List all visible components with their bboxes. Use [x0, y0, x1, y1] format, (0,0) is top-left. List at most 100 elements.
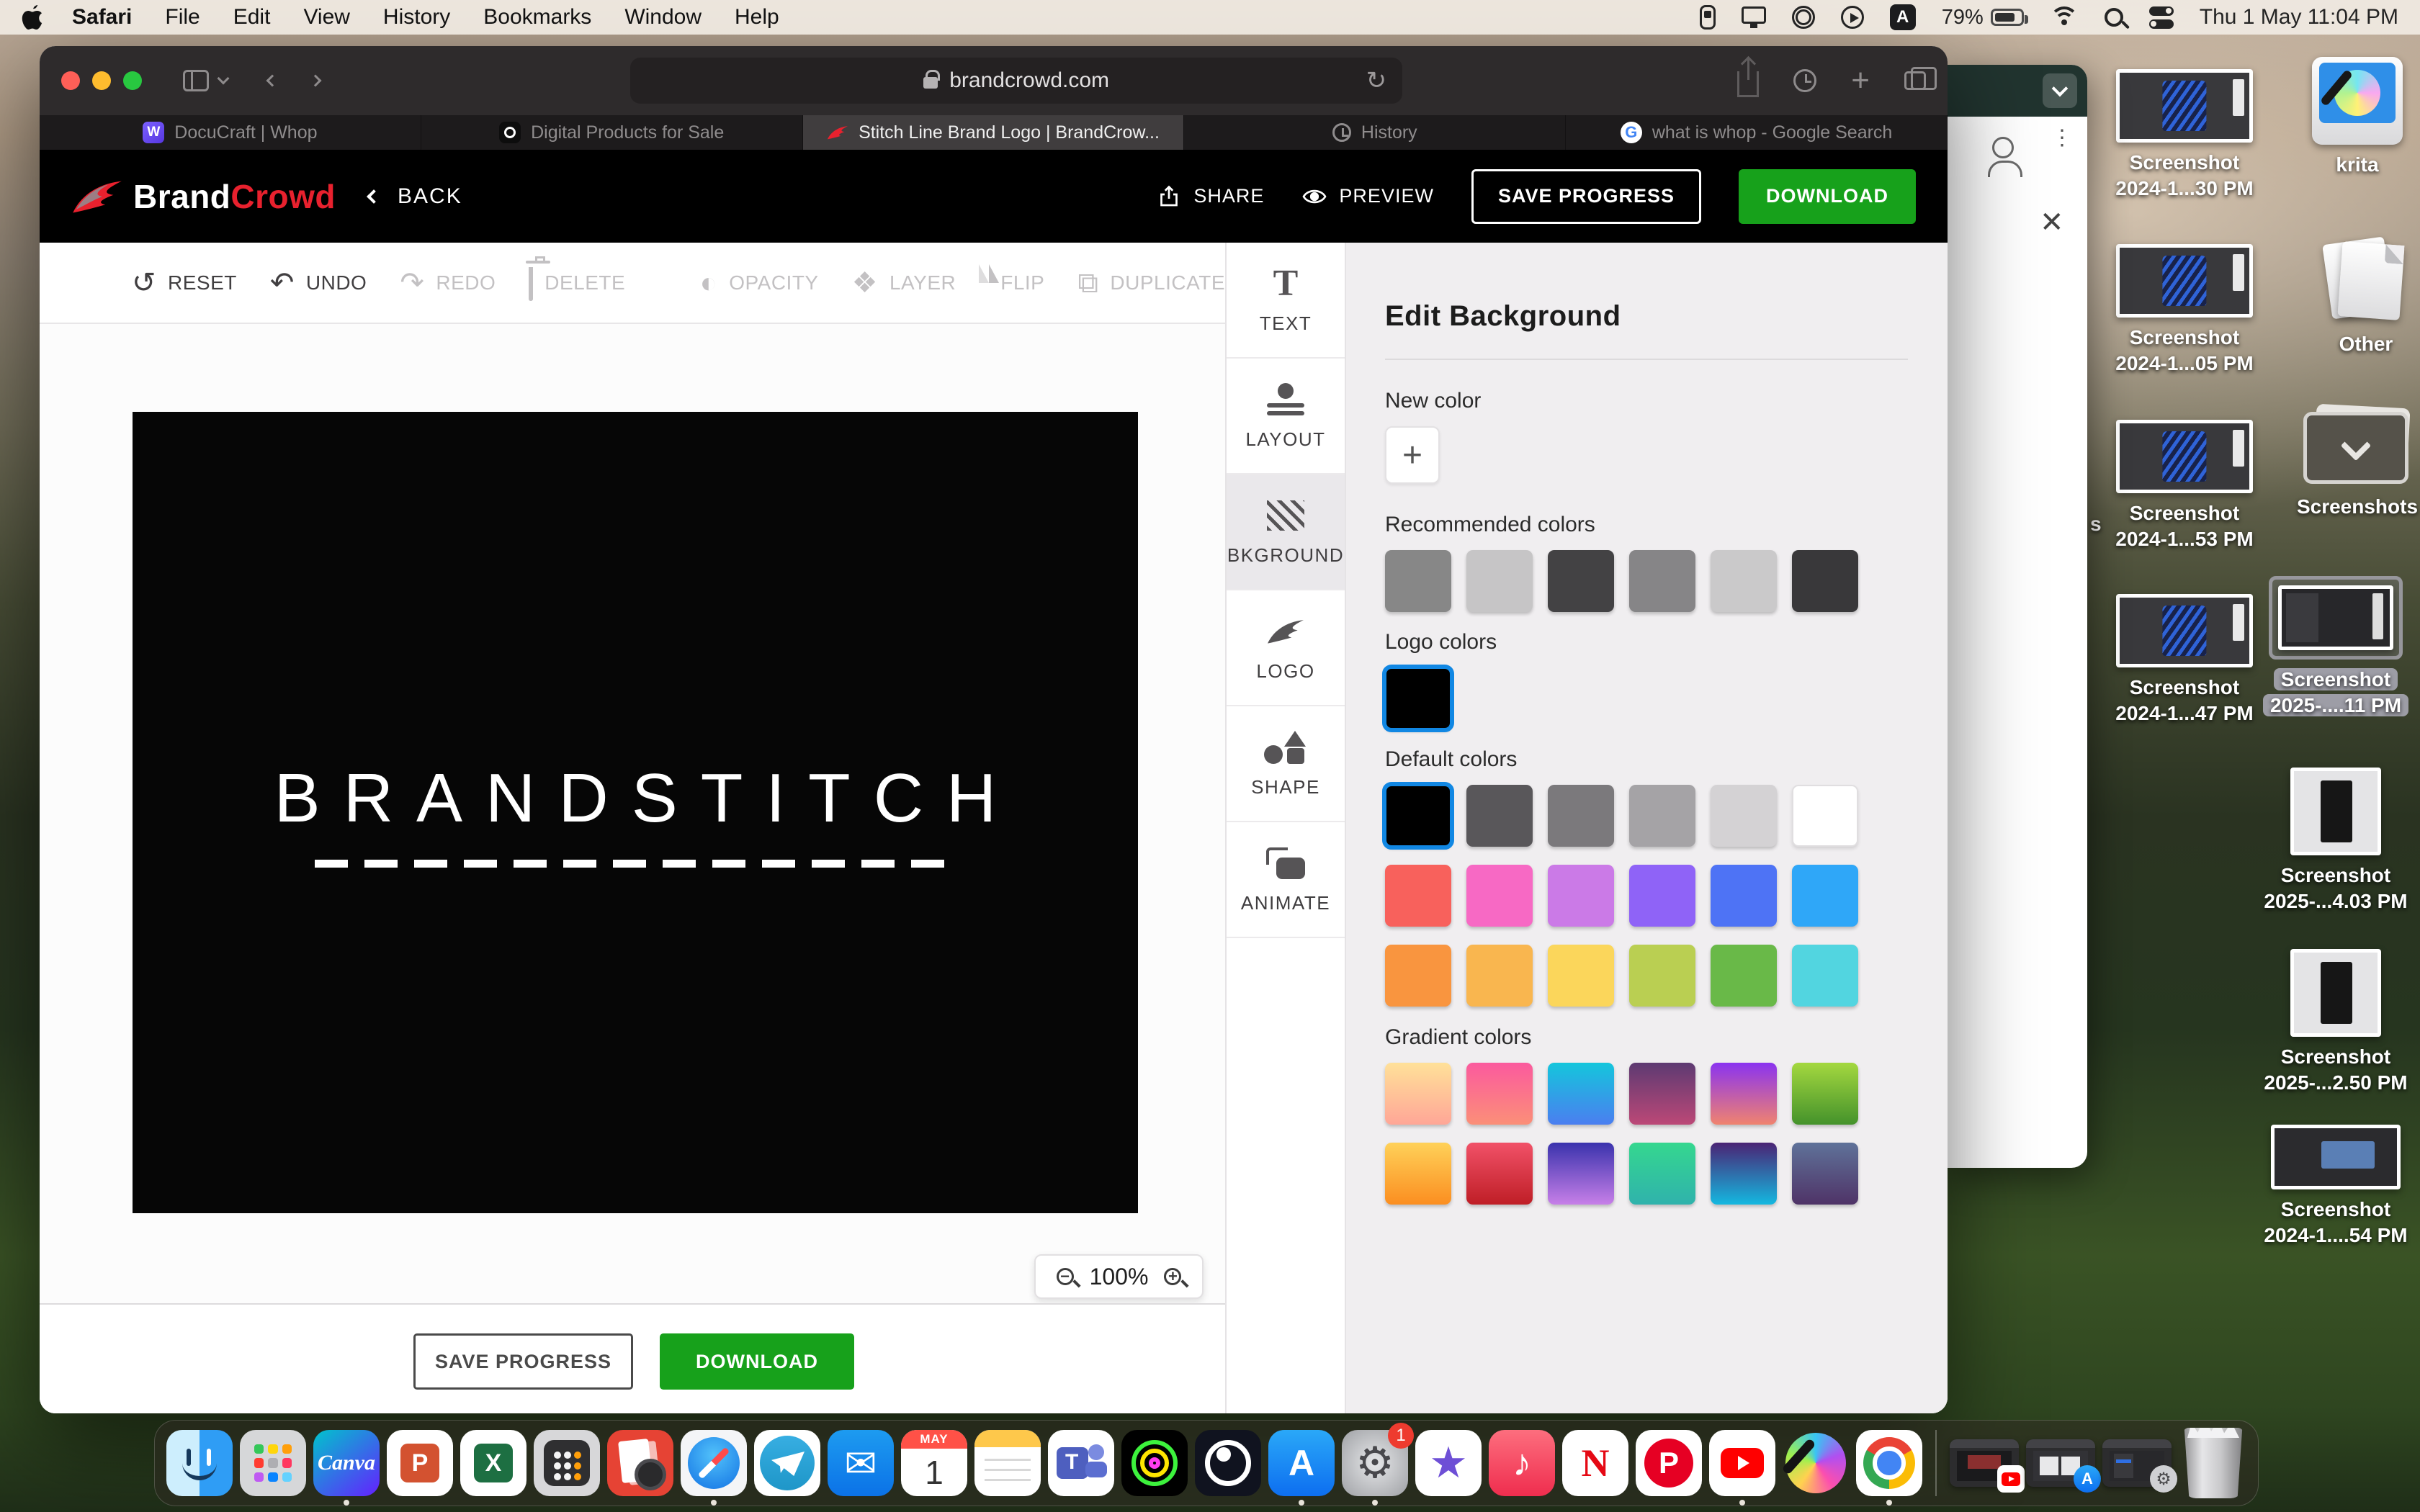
menu-file[interactable]: File: [165, 5, 200, 30]
color-swatch[interactable]: [1711, 550, 1777, 612]
menu-help[interactable]: Help: [735, 5, 779, 30]
logo-text[interactable]: BRANDSTITCH: [133, 759, 1138, 838]
dock-minimized-appstore[interactable]: A: [2026, 1439, 2095, 1487]
save-progress-button[interactable]: SAVE PROGRESS: [1471, 169, 1701, 224]
dock-teams-icon[interactable]: [1048, 1430, 1114, 1496]
tab-4[interactable]: History: [1184, 115, 1566, 150]
color-swatch[interactable]: [1792, 945, 1858, 1007]
forward-button[interactable]: [310, 75, 322, 87]
desktop-icon[interactable]: Screenshot2024-1...47 PM: [2109, 594, 2260, 726]
dock-finder-icon[interactable]: [166, 1430, 233, 1496]
dock-powerpoint-icon[interactable]: P: [387, 1430, 453, 1496]
close-window-button[interactable]: [61, 71, 80, 90]
dock-settings-icon[interactable]: ⚙1: [1342, 1430, 1408, 1496]
color-swatch[interactable]: [1385, 945, 1451, 1007]
dock-youtube-icon[interactable]: [1709, 1430, 1775, 1496]
tv-remote-icon[interactable]: [1700, 5, 1716, 30]
gradient-swatch[interactable]: [1548, 1063, 1614, 1125]
tab-5[interactable]: Gwhat is whop - Google Search: [1566, 115, 1948, 150]
back-button-label[interactable]: BACK: [398, 184, 462, 209]
wifi-icon[interactable]: [2050, 6, 2079, 28]
gradient-swatch[interactable]: [1792, 1063, 1858, 1125]
dock-obs-icon[interactable]: [1195, 1430, 1261, 1496]
now-playing-icon[interactable]: [1841, 6, 1864, 29]
dock-app-store-icon[interactable]: A: [1268, 1430, 1335, 1496]
dock-minimized-youtube[interactable]: [1950, 1439, 2019, 1487]
color-swatch[interactable]: [1548, 865, 1614, 927]
tab-group-chevron-icon[interactable]: [218, 73, 230, 85]
dock-photo-booth-icon[interactable]: [607, 1430, 673, 1496]
reset-button[interactable]: ↺RESET: [132, 271, 237, 294]
share-page-icon[interactable]: [1737, 71, 1759, 97]
tab-2[interactable]: Digital Products for Sale: [421, 115, 803, 150]
zoom-window-button[interactable]: [123, 71, 142, 90]
desktop-icon[interactable]: Screenshot2024-1...05 PM: [2109, 244, 2260, 377]
zoom-in-icon[interactable]: +: [1164, 1268, 1181, 1285]
brandcrowd-wordmark[interactable]: BrandCrowd: [133, 177, 336, 216]
desktop-icon[interactable]: Screenshot2025-....11 PM: [2260, 576, 2411, 719]
sidebar-item-bkground[interactable]: BKGROUND: [1227, 474, 1345, 590]
menu-safari[interactable]: Safari: [72, 5, 132, 30]
desktop-icon[interactable]: Other: [2290, 238, 2420, 357]
background-safari-window[interactable]: ⋮ ✕: [1948, 65, 2087, 1168]
preview-button[interactable]: PREVIEW: [1301, 184, 1434, 210]
tab-overview-icon[interactable]: [1904, 71, 1926, 90]
gradient-swatch[interactable]: [1466, 1063, 1533, 1125]
gradient-swatch[interactable]: [1385, 1143, 1451, 1205]
gradient-swatch[interactable]: [1629, 1143, 1695, 1205]
dock-mail-icon[interactable]: ✉: [828, 1430, 894, 1496]
history-icon[interactable]: [1793, 69, 1816, 92]
desktop-icon[interactable]: Screenshot2025-...2.50 PM: [2260, 949, 2411, 1096]
apple-logo-icon[interactable]: [22, 5, 43, 30]
more-options-icon[interactable]: ⋮: [2051, 134, 2073, 143]
dock-excel-icon[interactable]: X: [460, 1430, 526, 1496]
spotlight-icon[interactable]: [2105, 8, 2123, 27]
battery-indicator[interactable]: 79%: [1942, 6, 2024, 30]
dock-calculator-icon[interactable]: [534, 1430, 600, 1496]
color-swatch[interactable]: [1385, 667, 1451, 729]
color-swatch[interactable]: [1629, 865, 1695, 927]
color-swatch[interactable]: [1466, 865, 1533, 927]
zoom-out-icon[interactable]: −: [1057, 1268, 1074, 1285]
delete-button[interactable]: DELETE: [529, 271, 625, 294]
sidebar-item-text[interactable]: TTEXT: [1227, 243, 1345, 359]
color-swatch[interactable]: [1629, 550, 1695, 612]
minimize-window-button[interactable]: [92, 71, 111, 90]
color-swatch[interactable]: [1385, 785, 1451, 847]
sidebar-item-logo[interactable]: LOGO: [1227, 590, 1345, 706]
back-button[interactable]: [266, 75, 279, 87]
gradient-swatch[interactable]: [1792, 1143, 1858, 1205]
dock-amie-icon[interactable]: [1121, 1430, 1188, 1496]
color-swatch[interactable]: [1711, 785, 1777, 847]
dock-pinterest-icon[interactable]: [1636, 1430, 1702, 1496]
color-swatch[interactable]: [1711, 945, 1777, 1007]
account-icon[interactable]: [1992, 137, 2014, 158]
dock-trash-icon[interactable]: [2183, 1428, 2244, 1498]
dock-music-icon[interactable]: ♪: [1489, 1430, 1555, 1496]
dock-telegram-icon[interactable]: [754, 1430, 820, 1496]
menu-window[interactable]: Window: [624, 5, 702, 30]
color-swatch[interactable]: [1466, 785, 1533, 847]
sidebar-item-shape[interactable]: SHAPE: [1227, 706, 1345, 822]
desktop-icon[interactable]: Screenshot2024-1....54 PM: [2260, 1125, 2411, 1248]
gradient-swatch[interactable]: [1548, 1143, 1614, 1205]
menu-view[interactable]: View: [303, 5, 349, 30]
color-swatch[interactable]: [1548, 550, 1614, 612]
desktop-icon[interactable]: Screenshot2024-1...30 PM: [2109, 69, 2260, 202]
desktop-icon[interactable]: Screenshot2025-...4.03 PM: [2260, 768, 2411, 914]
color-swatch[interactable]: [1466, 945, 1533, 1007]
dock-launchpad-icon[interactable]: [240, 1430, 306, 1496]
duplicate-button[interactable]: ⧉DUPLICATE: [1077, 271, 1225, 294]
color-swatch[interactable]: [1711, 865, 1777, 927]
add-color-button[interactable]: +: [1385, 426, 1440, 484]
menu-bar-clock[interactable]: Thu 1 May 11:04 PM: [2200, 5, 2398, 30]
color-swatch[interactable]: [1629, 785, 1695, 847]
menu-history[interactable]: History: [383, 5, 450, 30]
dock-minimized-settings[interactable]: ⚙: [2102, 1439, 2172, 1487]
download-footer-button[interactable]: DOWNLOAD: [660, 1333, 854, 1390]
dock-imovie-icon[interactable]: ★: [1415, 1430, 1482, 1496]
flip-button[interactable]: FLIP: [989, 271, 1044, 294]
color-swatch[interactable]: [1548, 945, 1614, 1007]
dock-krita-icon[interactable]: [1783, 1430, 1849, 1496]
desktop-icon[interactable]: Screenshot2024-1...53 PM: [2109, 420, 2260, 552]
